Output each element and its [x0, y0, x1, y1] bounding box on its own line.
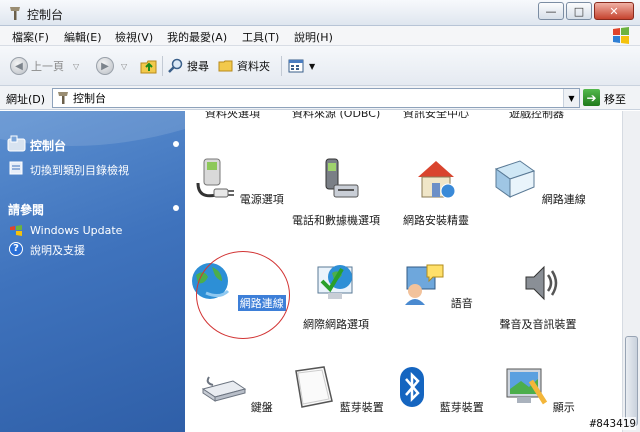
watermark: #843419: [589, 417, 636, 430]
views-icon: [288, 59, 304, 73]
control-panel-icon: [7, 135, 26, 152]
power-options-item[interactable]: 電源選項: [185, 155, 291, 207]
control-panel-icon: [10, 7, 20, 20]
scroll-thumb[interactable]: [625, 336, 638, 426]
phone-modem-item[interactable]: 電話和數據機選項: [281, 155, 391, 228]
back-label: 上一頁: [31, 60, 64, 73]
keyboard-item[interactable]: 鍵盤: [185, 363, 291, 415]
chevron-down-icon: ▽: [121, 61, 128, 71]
highlight-circle: [196, 251, 290, 339]
network-connection-item[interactable]: 網路連線: [483, 155, 593, 207]
menu-edit[interactable]: 編輯(E): [64, 29, 102, 45]
views-button[interactable]: ▼: [288, 55, 315, 77]
see-also-title: 請參閱: [8, 203, 45, 217]
forward-button[interactable]: ▶ ▽: [96, 55, 127, 77]
bluetooth-device-item[interactable]: 藍芽裝置: [281, 363, 391, 415]
address-value: 控制台: [73, 92, 106, 105]
windows-update-link[interactable]: Windows Update: [30, 224, 122, 237]
menu-view[interactable]: 檢視(V): [115, 29, 153, 45]
game-controllers-label[interactable]: 遊戲控制器: [509, 111, 564, 121]
bluetooth-device-icon: [295, 366, 334, 408]
address-dropdown-icon[interactable]: ▼: [563, 89, 579, 107]
vertical-scrollbar[interactable]: [622, 111, 640, 432]
phone-modem-label: 電話和數據機選項: [292, 214, 380, 227]
forward-arrow-icon: ▶: [96, 57, 114, 75]
folders-button[interactable]: 資料夾: [218, 55, 270, 77]
chevron-down-icon: ▼: [309, 61, 316, 71]
keyboard-icon: [202, 376, 247, 402]
speech-label: 語音: [450, 297, 473, 310]
switch-view-link[interactable]: 切換到類別目錄檢視: [30, 162, 129, 178]
bluetooth-label: 藍芽裝置: [439, 401, 484, 414]
window-title: 控制台: [27, 8, 64, 22]
folder-icon: [218, 60, 233, 72]
address-input[interactable]: 控制台 ▼: [52, 88, 580, 108]
folders-label: 資料夾: [237, 60, 270, 73]
internet-options-label: 網際網路選項: [303, 318, 369, 331]
control-panel-icon: [58, 92, 68, 104]
network-connection-label: 網路連線: [541, 193, 586, 206]
power-options-label: 電源選項: [239, 193, 284, 206]
up-folder-icon[interactable]: [140, 57, 158, 75]
switch-view-icon: [9, 161, 23, 175]
minimize-button[interactable]: —: [538, 2, 564, 20]
bluetooth-device-label: 藍芽裝置: [339, 401, 384, 414]
menu-tools[interactable]: 工具(T): [242, 29, 279, 45]
speech-item[interactable]: 語音: [381, 259, 491, 311]
search-button[interactable]: 搜尋: [168, 55, 209, 77]
title-bar: 控制台 — □ ✕: [0, 0, 640, 26]
odbc-label[interactable]: 資料來源 (ODBC): [292, 111, 380, 121]
sound-audio-icon: [525, 265, 558, 301]
display-icon: [506, 368, 548, 405]
collapse-icon[interactable]: [173, 205, 179, 211]
task-pane: 控制台 切換到類別目錄檢視 請參閱 Windows Update ? 說明及支援: [0, 111, 185, 432]
close-button[interactable]: ✕: [594, 2, 634, 20]
speech-icon: [405, 264, 444, 305]
search-icon: [168, 58, 183, 73]
help-support-link[interactable]: 說明及支援: [30, 242, 85, 258]
address-bar: 網址(D) 控制台 ▼ ➔ 移至: [0, 86, 640, 110]
network-setup-wizard-icon: [418, 161, 456, 199]
security-center-label[interactable]: 資訊安全中心: [403, 111, 469, 121]
internet-options-icon: [317, 265, 353, 299]
sound-audio-item[interactable]: 聲音及音訊裝置: [483, 259, 593, 332]
windows-update-icon: [10, 225, 22, 236]
network-connection-icon: [495, 160, 536, 198]
display-item[interactable]: 顯示: [483, 363, 593, 415]
menu-file[interactable]: 檔案(F): [12, 29, 49, 45]
menu-help[interactable]: 說明(H): [294, 29, 333, 45]
bluetooth-icon: [400, 367, 425, 407]
help-icon: ?: [9, 242, 23, 256]
phone-modem-icon: [325, 158, 359, 198]
network-setup-item[interactable]: 網路安裝精靈: [381, 155, 491, 228]
display-label: 顯示: [552, 401, 575, 414]
internet-options-item[interactable]: 網際網路選項: [281, 259, 391, 332]
menu-bar: 檔案(F) 編輯(E) 檢視(V) 我的最愛(A) 工具(T) 說明(H): [0, 26, 640, 46]
go-arrow-icon[interactable]: ➔: [583, 89, 600, 106]
back-button[interactable]: ◀ 上一頁 ▽: [10, 55, 79, 77]
search-label: 搜尋: [187, 60, 209, 73]
address-label: 網址(D): [6, 93, 46, 106]
chevron-down-icon: ▽: [73, 61, 80, 71]
power-options-icon: [196, 158, 235, 198]
sound-audio-label: 聲音及音訊裝置: [499, 318, 577, 331]
bluetooth-item[interactable]: 藍芽裝置: [381, 363, 491, 415]
network-setup-label: 網路安裝精靈: [403, 214, 469, 227]
collapse-icon[interactable]: [173, 141, 179, 147]
folder-options-label[interactable]: 資料夾選項: [205, 111, 260, 121]
panel-title: 控制台: [30, 139, 67, 153]
go-button[interactable]: 移至: [604, 91, 626, 107]
keyboard-label: 鍵盤: [250, 401, 273, 414]
toolbar: ◀ 上一頁 ▽ ▶ ▽ 搜尋 資料夾 ▼: [0, 46, 640, 86]
back-arrow-icon: ◀: [10, 57, 28, 75]
maximize-button[interactable]: □: [566, 2, 592, 20]
menu-favorites[interactable]: 我的最愛(A): [167, 29, 227, 45]
windows-logo-icon: [613, 27, 629, 44]
